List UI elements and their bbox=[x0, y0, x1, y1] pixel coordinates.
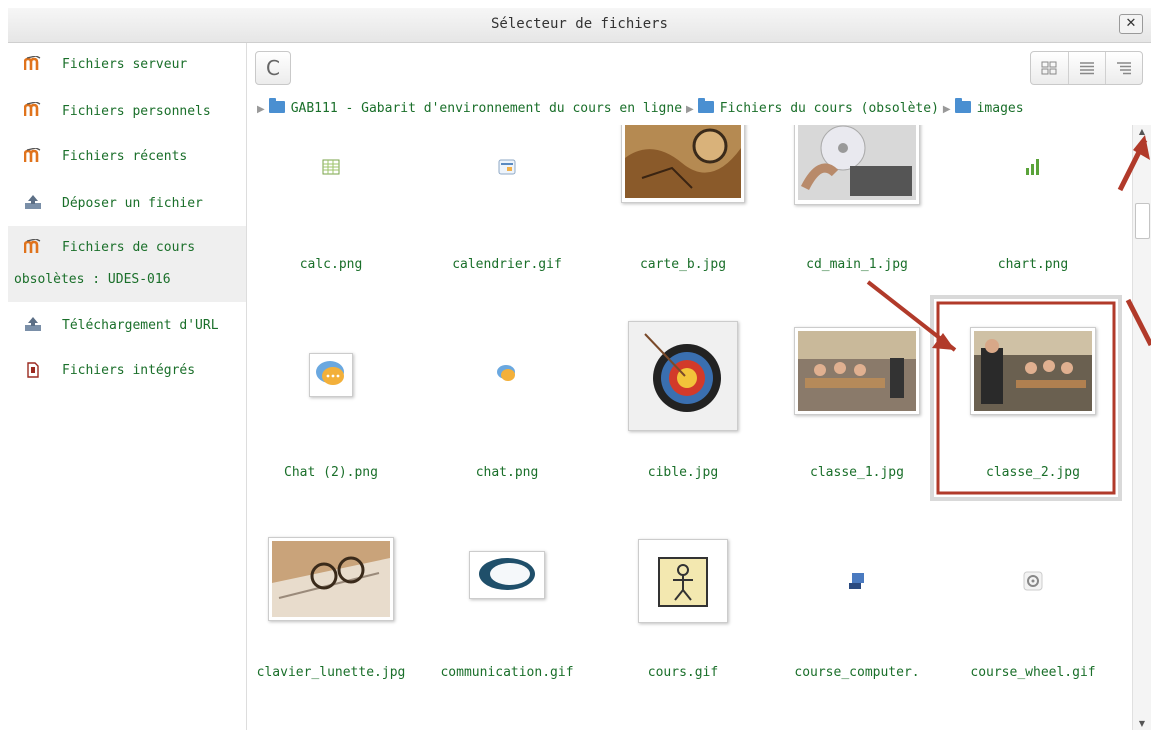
file-tile-selected[interactable]: classe_2.jpg bbox=[953, 327, 1113, 531]
file-name: classe_1.jpg bbox=[810, 465, 904, 480]
sidebar-item-label: Fichiers de cours bbox=[62, 240, 196, 255]
vertical-scrollbar[interactable]: ▲ ▼ bbox=[1132, 125, 1151, 730]
file-tile[interactable]: Chat (2).png bbox=[251, 331, 411, 531]
refresh-button[interactable]: C bbox=[255, 51, 291, 85]
scroll-thumb[interactable] bbox=[1135, 203, 1150, 239]
file-tile[interactable]: cible.jpg bbox=[603, 321, 763, 531]
file-tile[interactable]: chart.png bbox=[953, 125, 1113, 325]
file-grid: calc.png calendrier.gif carte_b.jpg cd_m… bbox=[247, 125, 1131, 730]
file-tile[interactable]: communication.gif bbox=[427, 537, 587, 730]
sidebar-item-upload-file[interactable]: Déposer un fichier bbox=[8, 191, 246, 221]
file-name: calc.png bbox=[299, 257, 363, 272]
dialog-title: Sélecteur de fichiers bbox=[490, 16, 668, 32]
file-tile[interactable]: cd_main_1.jpg bbox=[777, 125, 937, 325]
upload-icon bbox=[24, 316, 42, 332]
file-name: chat.png bbox=[475, 465, 539, 480]
breadcrumb: ▶ GAB111 - Gabarit d'environnement du cou… bbox=[253, 98, 1024, 116]
chevron-right-icon: ▶ bbox=[942, 104, 951, 115]
calendar-icon bbox=[495, 155, 519, 179]
file-tile[interactable]: course_wheel.gif bbox=[953, 537, 1113, 730]
sidebar-item-label: Fichiers personnels bbox=[62, 104, 211, 119]
file-tile[interactable]: cours.gif bbox=[603, 537, 763, 730]
dialog-titlebar: Sélecteur de fichiers ✕ bbox=[8, 8, 1151, 43]
computer-icon bbox=[845, 569, 869, 593]
repository-sidebar: Fichiers serveur Fichiers personnels Fic… bbox=[8, 43, 247, 730]
file-name: course_computer. bbox=[794, 665, 920, 680]
chat-bubble-icon bbox=[494, 361, 520, 387]
file-name: classe_2.jpg bbox=[986, 465, 1080, 480]
folder-icon bbox=[697, 98, 714, 113]
file-name: calendrier.gif bbox=[452, 257, 562, 272]
classroom-photo bbox=[970, 327, 1096, 415]
scroll-down-icon[interactable]: ▼ bbox=[1133, 719, 1151, 728]
file-name: clavier_lunette.jpg bbox=[256, 665, 406, 680]
classroom-photo bbox=[794, 327, 920, 415]
file-icon bbox=[24, 362, 42, 378]
sidebar-item-label: Déposer un fichier bbox=[62, 196, 203, 211]
chevron-right-icon: ▶ bbox=[257, 104, 265, 115]
file-tile[interactable]: classe_1.jpg bbox=[777, 327, 937, 531]
folder-icon bbox=[954, 98, 971, 113]
chat-bubble-icon bbox=[309, 353, 353, 397]
file-tile[interactable]: calendrier.gif bbox=[427, 125, 587, 325]
file-tile[interactable]: chat.png bbox=[427, 331, 587, 531]
file-browser-panel: C ▶ GAB111 - Gabarit d'environnement du c… bbox=[247, 43, 1151, 730]
folder-icon bbox=[268, 98, 285, 113]
file-name: chart.png bbox=[997, 257, 1069, 272]
file-tile[interactable]: course_computer. bbox=[777, 537, 937, 730]
close-button[interactable]: ✕ bbox=[1119, 14, 1143, 34]
upload-icon bbox=[24, 194, 42, 210]
file-name: cible.jpg bbox=[647, 465, 719, 480]
sidebar-item-recent-files[interactable]: Fichiers récents bbox=[8, 145, 246, 175]
moodle-icon bbox=[23, 55, 42, 72]
view-icons-icon[interactable] bbox=[1031, 52, 1067, 84]
sidebar-item-server-files[interactable]: Fichiers serveur bbox=[8, 53, 246, 83]
wheel-icon bbox=[1021, 569, 1045, 593]
sidebar-item-label: Fichiers récents bbox=[62, 149, 188, 164]
moodle-icon bbox=[23, 147, 42, 164]
sidebar-item-personal-files[interactable]: Fichiers personnels bbox=[8, 99, 246, 129]
sidebar-item-label: Fichiers intégrés bbox=[62, 363, 196, 378]
file-name: course_wheel.gif bbox=[970, 665, 1096, 680]
file-name: cours.gif bbox=[647, 665, 719, 680]
target-photo bbox=[628, 321, 738, 431]
file-name: communication.gif bbox=[440, 665, 574, 680]
view-tree-icon[interactable] bbox=[1105, 52, 1142, 84]
sidebar-item-label: Téléchargement d'URL bbox=[62, 318, 219, 333]
map-photo bbox=[621, 125, 745, 203]
chevron-right-icon: ▶ bbox=[686, 104, 694, 115]
keyboard-photo bbox=[268, 537, 394, 621]
sidebar-item-url-download[interactable]: Téléchargement d'URL bbox=[8, 313, 246, 343]
file-tile[interactable]: carte_b.jpg bbox=[603, 125, 763, 325]
chart-icon bbox=[1021, 155, 1045, 179]
moodle-icon bbox=[23, 238, 42, 255]
calc-icon bbox=[319, 155, 343, 179]
file-name: cd_main_1.jpg bbox=[806, 257, 908, 272]
file-name: carte_b.jpg bbox=[639, 257, 727, 272]
sidebar-item-label-line2: obsolètes : UDES-016 bbox=[14, 272, 171, 287]
sidebar-item-label: Fichiers serveur bbox=[62, 57, 188, 72]
file-tile[interactable]: calc.png bbox=[251, 125, 411, 325]
file-name: Chat (2).png bbox=[284, 465, 378, 480]
breadcrumb-item[interactable]: GAB111 - Gabarit d'environnement du cour… bbox=[268, 98, 682, 116]
view-switcher bbox=[1030, 51, 1143, 85]
moodle-icon bbox=[23, 101, 42, 118]
cd-photo bbox=[794, 125, 920, 205]
speech-icon bbox=[469, 551, 545, 599]
view-list-icon[interactable] bbox=[1068, 52, 1105, 84]
sidebar-item-legacy-course-files[interactable]: Fichiers de cours obsolètes : UDES-016 bbox=[8, 226, 246, 302]
breadcrumb-item[interactable]: images bbox=[954, 98, 1024, 116]
course-drawing bbox=[638, 539, 728, 623]
sidebar-item-embedded-files[interactable]: Fichiers intégrés bbox=[8, 359, 246, 389]
file-picker-dialog: Sélecteur de fichiers ✕ Fichiers serveur… bbox=[0, 0, 1151, 730]
file-tile[interactable]: clavier_lunette.jpg bbox=[251, 537, 411, 730]
breadcrumb-item[interactable]: Fichiers du cours (obsolète) bbox=[697, 98, 939, 116]
scroll-up-icon[interactable]: ▲ bbox=[1133, 127, 1151, 136]
